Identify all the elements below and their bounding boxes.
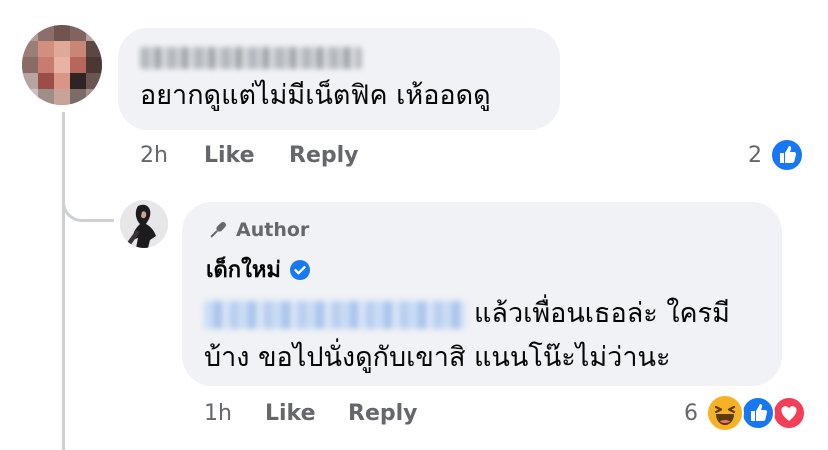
comment-reply-button[interactable]: Reply [289,143,359,168]
author-avatar[interactable] [120,200,168,248]
verified-badge-icon [289,259,310,280]
thread-line [62,112,65,450]
author-badge: Author [206,218,309,242]
reply-text-first: แล้วเพื่อนเธอล่ะ ใครมี [474,298,730,329]
author-name[interactable]: เด็กใหม่ [206,252,281,287]
comment-reaction-count[interactable]: 2 [748,143,762,168]
reply-like-button[interactable]: Like [265,401,316,426]
author-name-row: เด็กใหม่ [206,252,311,287]
love-icon[interactable] [772,396,806,430]
reply-bubble: Author เด็กใหม่ แล้วเพื่อนเธอล่ะ ใครมี บ… [182,202,782,386]
comment-bubble: อยากดูแต่ไม่มีเน็ตฟิค เห้ออดดู [118,28,560,130]
reply-reply-button[interactable]: Reply [348,401,418,426]
thread-branch [62,196,114,222]
reply-timestamp[interactable]: 1h [204,401,232,426]
comment-timestamp[interactable]: 2h [140,143,168,168]
mention-redacted[interactable] [204,300,466,329]
author-badge-label: Author [236,219,310,241]
reply-reaction-count[interactable]: 6 [684,401,698,426]
reply-text-line1: แล้วเพื่อนเธอล่ะ ใครมี [204,292,730,336]
commenter-avatar[interactable] [22,25,102,105]
like-icon[interactable] [770,138,804,172]
microphone-icon [210,222,226,238]
comment-like-button[interactable]: Like [204,143,255,168]
comment-text: อยากดูแต่ไม่มีเน็ตฟิค เห้ออดดู [140,80,491,111]
like-icon[interactable] [741,396,775,430]
commenter-name-redacted[interactable] [140,47,362,69]
reply-text-line2: บ้าง ขอไปนั่งดูกับเขาสิ แนนโน๊ะไม่ว่านะ [204,342,671,373]
haha-icon[interactable] [706,394,744,432]
